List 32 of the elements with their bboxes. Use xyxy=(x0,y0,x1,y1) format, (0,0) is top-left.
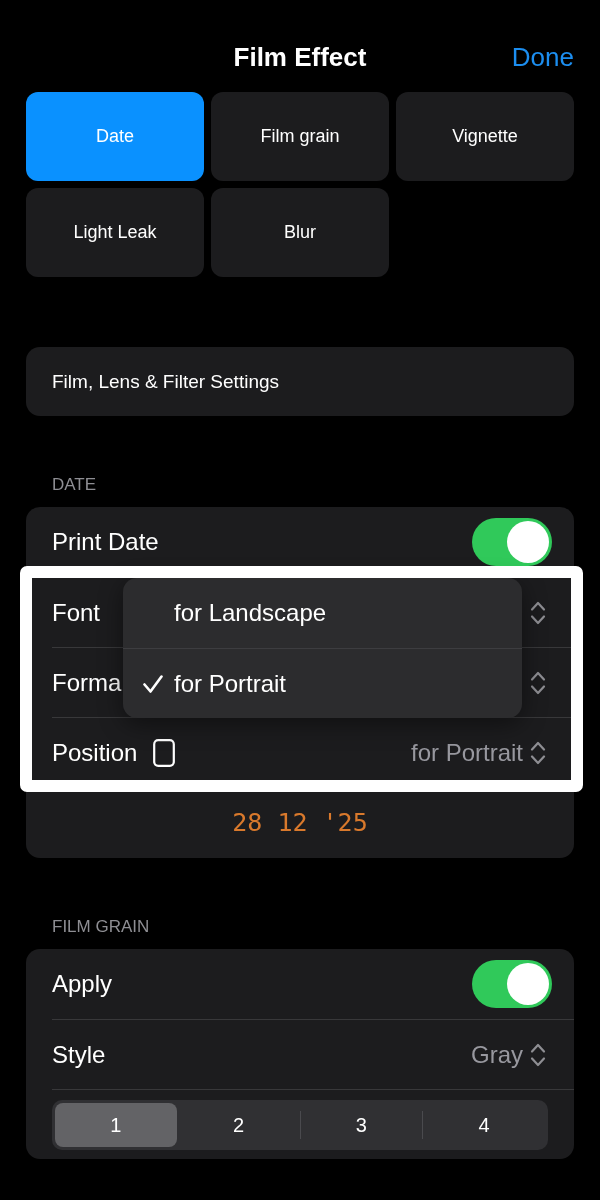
settings-link[interactable]: Film, Lens & Filter Settings xyxy=(26,347,574,416)
menu-item[interactable]: for Portrait xyxy=(123,648,522,718)
row-label: Font xyxy=(52,598,101,627)
up-down-chevron-icon[interactable] xyxy=(530,599,546,626)
toggle-switch[interactable] xyxy=(472,518,552,566)
picker-button[interactable]: Gray xyxy=(471,1040,546,1069)
effect-tile[interactable]: Vignette xyxy=(396,92,574,181)
segment-button[interactable]: 1 xyxy=(55,1103,177,1147)
row-label: Style xyxy=(52,1040,106,1069)
window-title: Film Effect xyxy=(233,41,367,73)
row-label: Apply xyxy=(52,970,113,998)
effect-tile[interactable]: Light Leak xyxy=(26,188,204,277)
segment-button[interactable]: 2 xyxy=(177,1103,300,1147)
effect-tile[interactable]: Blur xyxy=(211,188,389,277)
picker-button[interactable]: for Portrait xyxy=(410,738,546,767)
toggle-switch[interactable] xyxy=(472,960,552,1008)
row-label: Print Date xyxy=(52,528,159,556)
date-preview-label: 28 12 '25 xyxy=(232,807,368,838)
portrait-rectangle-icon xyxy=(153,738,176,767)
up-down-chevron-icon xyxy=(530,739,546,766)
check-icon xyxy=(143,674,163,693)
row-label: Forma xyxy=(52,668,122,697)
up-down-chevron-icon xyxy=(530,1041,546,1068)
section-header: DATE xyxy=(51,475,98,495)
section-header: FILM GRAIN xyxy=(51,917,151,937)
up-down-chevron-icon[interactable] xyxy=(530,669,546,696)
segment-button[interactable]: 4 xyxy=(423,1103,545,1147)
row-label: Position xyxy=(52,738,138,767)
effect-tile[interactable]: Film grain xyxy=(211,92,389,181)
segment-button[interactable]: 3 xyxy=(300,1103,423,1147)
done-button[interactable]: Done xyxy=(511,41,574,73)
menu-item[interactable]: for Landscape xyxy=(123,578,522,648)
